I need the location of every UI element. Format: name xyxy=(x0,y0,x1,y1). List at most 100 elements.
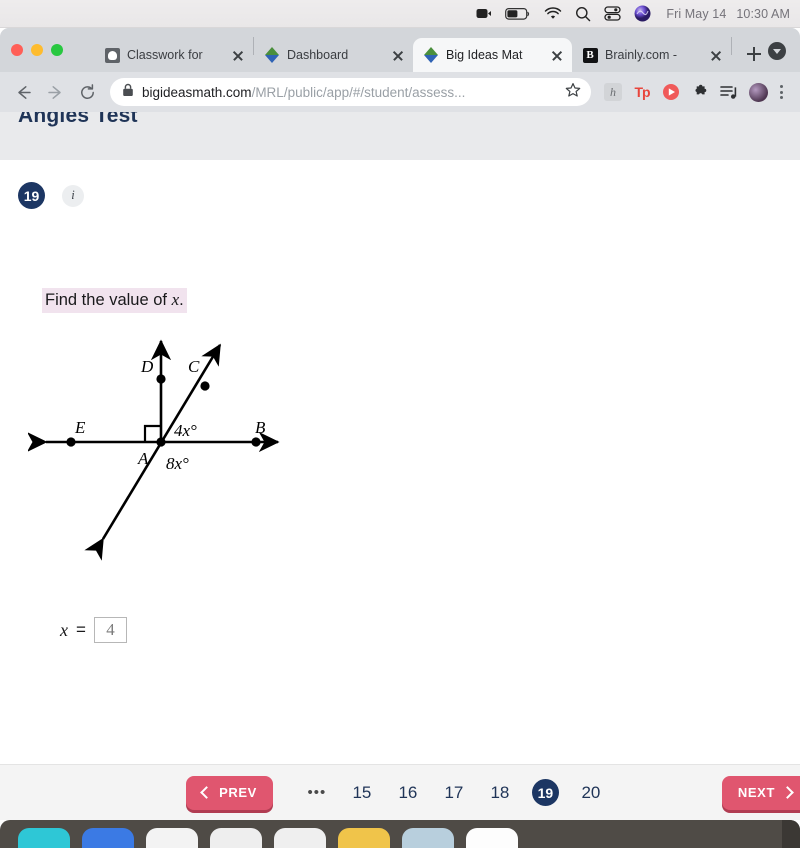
geometry-figure: D C E B A 4x° 8x° xyxy=(26,327,800,572)
profile-avatar[interactable] xyxy=(748,82,768,102)
answer-input[interactable]: 4 xyxy=(93,617,127,643)
page-viewport: Angles Test 19 i Find the value of x. D … xyxy=(0,112,800,820)
pager-ellipsis[interactable]: ••• xyxy=(295,784,339,801)
page-number-17[interactable]: 17 xyxy=(431,783,477,803)
menu-bar-date: Fri May 14 xyxy=(666,6,727,21)
maximize-window-button[interactable] xyxy=(51,44,63,56)
point-E-dot xyxy=(66,437,76,447)
three-dot-menu-icon[interactable] xyxy=(770,85,792,99)
question-area: 19 i Find the value of x. D C E B A 4x° … xyxy=(0,160,800,643)
finder-icon[interactable] xyxy=(18,828,70,848)
close-tab-button[interactable] xyxy=(549,47,565,63)
page-number-18[interactable]: 18 xyxy=(477,783,523,803)
address-bar-url: bigideasmath.com/MRL/public/app/#/studen… xyxy=(142,85,557,100)
mac-menu-bar: Fri May 14 10:30 AM xyxy=(0,0,800,28)
search-icon[interactable] xyxy=(575,6,591,22)
prev-button[interactable]: PREV xyxy=(186,775,273,810)
app-icon-5[interactable] xyxy=(466,828,518,848)
page-number-list: ••• 15 16 17 18 19 20 xyxy=(295,779,614,806)
puzzle-icon[interactable] xyxy=(690,82,710,102)
new-tab-button[interactable] xyxy=(740,40,768,68)
label-A: A xyxy=(137,449,149,468)
label-E: E xyxy=(74,418,86,437)
control-center-icon[interactable] xyxy=(604,6,621,21)
point-C-dot xyxy=(200,381,210,391)
url-domain: bigideasmath.com xyxy=(142,84,252,100)
mac-dock xyxy=(0,820,800,848)
question-header-row: 19 i xyxy=(18,182,800,209)
safari-icon[interactable] xyxy=(82,828,134,848)
app-icon-3[interactable] xyxy=(274,828,326,848)
reload-icon[interactable] xyxy=(72,77,102,107)
hypothesis-icon[interactable]: h xyxy=(603,82,623,102)
page-number-20[interactable]: 20 xyxy=(568,783,614,803)
google-classroom-icon xyxy=(104,47,120,63)
tab-search-chevron-down-icon[interactable] xyxy=(768,42,786,60)
tab-title: Classwork for xyxy=(127,48,203,62)
page-title: Angles Test xyxy=(18,112,138,127)
tab-title: Dashboard xyxy=(287,48,349,62)
browser-tab-brainly[interactable]: B Brainly.com - xyxy=(572,38,731,72)
forward-arrow-icon[interactable] xyxy=(40,77,70,107)
extension-icons: h Tp xyxy=(599,82,768,102)
close-window-button[interactable] xyxy=(11,44,23,56)
tab-title: Big Ideas Mat xyxy=(446,48,523,62)
url-path: /MRL/public/app/#/student/assess... xyxy=(251,84,466,100)
star-icon[interactable] xyxy=(565,82,581,103)
label-C: C xyxy=(188,357,200,376)
app-icon-2[interactable] xyxy=(210,828,262,848)
teachers-pay-teachers-icon[interactable]: Tp xyxy=(632,82,652,102)
browser-tab-dashboard[interactable]: Dashboard xyxy=(254,38,413,72)
label-B: B xyxy=(255,418,266,437)
answer-row: x = 4 xyxy=(60,617,800,643)
screencastify-icon[interactable] xyxy=(661,82,681,102)
close-tab-button[interactable] xyxy=(390,47,406,63)
app-icon-4[interactable] xyxy=(402,828,454,848)
lock-icon xyxy=(122,83,134,102)
next-button[interactable]: NEXT xyxy=(721,775,800,810)
info-icon[interactable]: i xyxy=(62,184,84,207)
page-number-19-current[interactable]: 19 xyxy=(531,779,559,806)
prompt-variable: x xyxy=(171,290,180,309)
battery-icon[interactable] xyxy=(505,7,531,21)
screen-record-icon[interactable] xyxy=(475,5,492,22)
siri-icon[interactable] xyxy=(634,5,651,22)
back-arrow-icon[interactable] xyxy=(8,77,38,107)
prompt-text: Find the value of xyxy=(45,291,172,309)
browser-tab-big-ideas-math[interactable]: Big Ideas Mat xyxy=(413,38,572,72)
question-prompt: Find the value of x. xyxy=(42,288,187,313)
window-traffic-lights[interactable] xyxy=(11,44,63,56)
point-A-dot xyxy=(156,437,166,447)
label-angle-8x: 8x° xyxy=(166,454,189,473)
dock-right-edge xyxy=(782,820,800,848)
question-pager: PREV ••• 15 16 17 18 19 20 NEXT xyxy=(0,764,800,820)
page-number-16[interactable]: 16 xyxy=(385,783,431,803)
browser-toolbar: bigideasmath.com/MRL/public/app/#/studen… xyxy=(0,72,800,112)
menu-bar-clock[interactable]: Fri May 14 10:30 AM xyxy=(666,7,790,21)
point-D-dot xyxy=(156,374,166,384)
answer-variable-label: x xyxy=(60,619,68,640)
address-bar[interactable]: bigideasmath.com/MRL/public/app/#/studen… xyxy=(110,78,591,106)
big-ideas-math-icon xyxy=(264,47,280,63)
wifi-icon[interactable] xyxy=(544,6,562,21)
assessment-header: Angles Test xyxy=(0,112,800,160)
big-ideas-math-icon xyxy=(423,47,439,63)
page-number-15[interactable]: 15 xyxy=(339,783,385,803)
label-D: D xyxy=(140,357,154,376)
menu-bar-time: 10:30 AM xyxy=(736,6,790,21)
prompt-suffix: . xyxy=(179,291,184,309)
angles-diagram-svg: D C E B A 4x° 8x° xyxy=(26,339,280,561)
notes-icon[interactable] xyxy=(338,828,390,848)
minimize-window-button[interactable] xyxy=(31,44,43,56)
question-number-badge: 19 xyxy=(18,182,45,209)
prev-button-label: PREV xyxy=(219,785,257,800)
app-icon-1[interactable] xyxy=(146,828,198,848)
tab-title: Brainly.com - xyxy=(605,48,678,62)
tab-separator xyxy=(731,37,732,55)
tab-strip: Classwork for Dashboard Big Ideas Mat B … xyxy=(0,28,800,72)
browser-tab-classwork[interactable]: Classwork for xyxy=(94,38,253,72)
playlist-icon[interactable] xyxy=(719,82,739,102)
close-tab-button[interactable] xyxy=(708,47,724,63)
close-tab-button[interactable] xyxy=(230,47,246,63)
chevron-right-icon xyxy=(781,786,794,799)
